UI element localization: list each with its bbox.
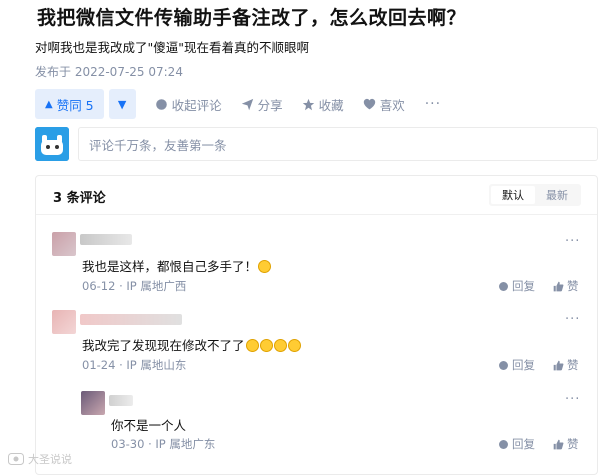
reply-icon: [499, 439, 508, 449]
comment-input[interactable]: 评论千万条，友善第一条: [78, 127, 598, 161]
comment-more-button[interactable]: ···: [565, 392, 580, 407]
watermark-text: 大圣说说: [28, 453, 72, 466]
comment-count: 3 条评论: [53, 191, 106, 206]
user-avatar-icon: [35, 127, 69, 161]
answer-text: 对啊我也是我改成了"傻逼"现在看着真的不顺眼啊: [35, 40, 309, 55]
publish-time: 发布于 2022-07-25 07:24: [35, 65, 183, 79]
username-blurred[interactable]: [80, 234, 132, 245]
comments-panel: 3 条评论 默认 最新 ··· 我也是这样，都恨自己多手了！ 06-12 · I…: [35, 175, 598, 475]
paper-plane-icon: [241, 98, 253, 110]
favorite-label: 收藏: [318, 97, 344, 113]
like-button[interactable]: 喜欢: [363, 95, 405, 114]
like-label: 喜欢: [379, 97, 405, 113]
reply-button[interactable]: 回复: [498, 436, 535, 452]
reply-button[interactable]: 回复: [498, 357, 535, 373]
collapse-comments-button[interactable]: 收起评论: [155, 95, 222, 114]
question-title[interactable]: 我把微信文件传输助手备注改了，怎么改回去啊？: [37, 3, 466, 30]
reply-icon: [499, 360, 508, 370]
crying-emoji-icon: [259, 339, 273, 352]
star-icon: [302, 98, 314, 110]
watermark: 大圣说说: [8, 451, 72, 467]
sort-toggle: 默认 最新: [489, 184, 581, 206]
comment-meta: 06-12 · IP 属地广西: [82, 279, 187, 293]
like-comment-button[interactable]: 赞: [553, 278, 579, 294]
username-blurred[interactable]: [109, 395, 133, 406]
comment-text: 我也是这样，都恨自己多手了！: [82, 256, 272, 275]
reply-button[interactable]: 回复: [498, 278, 535, 294]
vote-up-label: 赞同 5: [56, 97, 94, 113]
answer-action-bar: ▲ 赞同 5 ▼ 收起评论 分享 收藏 喜欢 ···: [35, 89, 441, 119]
comments-header: 3 条评论 默认 最新: [36, 176, 597, 215]
vote-up-button[interactable]: ▲ 赞同 5: [35, 89, 104, 119]
avatar[interactable]: [52, 232, 76, 256]
laughing-emoji-icon: [245, 339, 259, 352]
comment-icon: [155, 98, 167, 110]
like-comment-button[interactable]: 赞: [553, 436, 579, 452]
comment-input-placeholder: 评论千万条，友善第一条: [89, 137, 227, 153]
comment-meta: 03-30 · IP 属地广东: [111, 437, 216, 451]
comment-more-button[interactable]: ···: [565, 234, 580, 249]
avatar[interactable]: [52, 310, 76, 334]
triangle-down-icon: ▼: [117, 97, 127, 111]
share-button[interactable]: 分享: [241, 95, 283, 114]
comment-more-button[interactable]: ···: [565, 312, 580, 327]
share-label: 分享: [257, 97, 283, 113]
like-comment-button[interactable]: 赞: [553, 357, 579, 373]
sort-latest-button[interactable]: 最新: [535, 186, 579, 204]
collapse-comments-label: 收起评论: [171, 97, 222, 113]
username-blurred[interactable]: [80, 314, 182, 325]
avatar: [35, 127, 69, 161]
comment-text: 你不是一个人: [111, 418, 187, 433]
favorite-button[interactable]: 收藏: [302, 95, 344, 114]
comment-meta: 01-24 · IP 属地山东: [82, 358, 187, 372]
laughing-emoji-icon: [258, 260, 272, 273]
crying-emoji-icon: [287, 339, 301, 352]
sort-default-button[interactable]: 默认: [491, 186, 535, 204]
more-options-button[interactable]: ···: [425, 96, 441, 112]
reply-icon: [499, 281, 508, 291]
comment-text: 我改完了发现现在修改不了了: [82, 335, 301, 354]
triangle-up-icon: ▲: [45, 98, 53, 110]
avatar[interactable]: [81, 391, 105, 415]
thumbs-up-icon: [553, 281, 564, 291]
vote-down-button[interactable]: ▼: [108, 89, 136, 119]
thumbs-up-icon: [553, 360, 564, 370]
crying-emoji-icon: [273, 339, 287, 352]
watermark-logo-icon: [8, 453, 24, 465]
thumbs-up-icon: [553, 439, 564, 449]
heart-icon: [363, 98, 375, 109]
